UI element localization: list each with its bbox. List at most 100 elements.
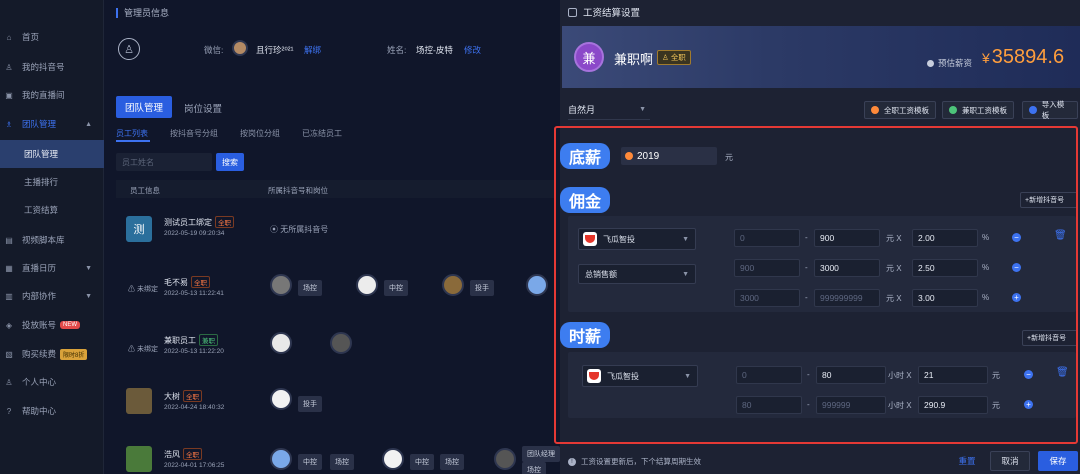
period-select[interactable]: 自然月 ▼	[568, 100, 650, 120]
no-account-note: ⦿ 无所属抖音号	[270, 225, 329, 234]
discount-badge: 限时8折	[60, 348, 88, 360]
team-icon: ♗	[5, 119, 13, 129]
employee-avatar: 测	[126, 216, 152, 242]
highlight-frame	[554, 126, 1078, 444]
calendar-icon: ▦	[5, 263, 13, 273]
sidebar: ⌂ 首页 ♙ 我的抖音号 ▣ 我的直播间 ♗ 团队管理 ▲ 团队管理 主播排行 工资结算 …	[0, 0, 104, 474]
chevron-down-icon: ▼	[85, 264, 92, 272]
sidebar-item-team[interactable]: ♗ 团队管理 ▲	[0, 113, 104, 135]
unbind-link[interactable]: 解绑	[304, 44, 321, 56]
sidebar-item-anchor-rank[interactable]: 主播排行	[0, 171, 104, 193]
sidebar-item-salary[interactable]: 工资结算	[0, 199, 104, 221]
employee-name: 测试员工绑定 全职	[164, 216, 234, 228]
employee-search-input[interactable]: 员工姓名	[116, 153, 212, 171]
sidebar-item-purchase[interactable]: ▧ 购买续费 限时8折	[0, 343, 104, 365]
admin-avatar: ♙	[118, 38, 140, 60]
chevron-down-icon: ▼	[85, 292, 92, 300]
help-icon: ?	[6, 406, 12, 416]
account-avatar	[494, 448, 516, 470]
employee-name: 兼职啊	[614, 52, 654, 67]
subtab-employee-list[interactable]: 员工列表	[116, 128, 148, 139]
role-tag: 场控	[330, 454, 354, 470]
template-icon	[871, 106, 879, 114]
employee-avatar: 兼	[574, 42, 604, 72]
live-icon: ▣	[5, 90, 13, 100]
import-icon	[1029, 106, 1037, 114]
save-button[interactable]: 保存	[1038, 451, 1078, 471]
subtab-by-account[interactable]: 按抖音号分组	[170, 128, 218, 139]
role-tag: 团队经理	[522, 446, 560, 462]
unbound-status: ⚠ 未绑定	[128, 346, 158, 353]
admin-info-title: 管理员信息	[116, 6, 169, 19]
dialog-title: 工资结算设置	[568, 5, 640, 19]
employee-avatar	[126, 446, 152, 472]
new-badge: NEW	[60, 321, 81, 329]
estimate-label: 预估薪资	[927, 57, 972, 69]
sidebar-item-collab[interactable]: ▥ 内部协作 ▼	[0, 285, 104, 307]
sidebar-item-live-calendar[interactable]: ▦ 直播日历 ▼	[0, 257, 104, 279]
sidebar-item-team-manage[interactable]: 团队管理	[0, 140, 104, 168]
role-tag: 中控	[384, 280, 408, 296]
account-avatar	[382, 448, 404, 470]
account-avatar	[270, 388, 292, 410]
video-icon: ▤	[5, 235, 13, 245]
fulltime-template-button[interactable]: 全职工资模板	[864, 101, 936, 119]
employee-name: 浩风 全职	[164, 448, 202, 460]
person-icon: ♙	[5, 377, 13, 387]
wechat-name: 且行珍²⁰²¹	[256, 45, 294, 55]
role-tag: 场控	[440, 454, 464, 470]
employee-date: 2022-05-13 11:22:20	[164, 348, 224, 355]
subtab-frozen[interactable]: 已冻结员工	[302, 128, 342, 139]
ads-icon: ◈	[5, 320, 13, 330]
sidebar-item-my-live[interactable]: ▣ 我的直播间	[0, 84, 104, 106]
employee-name: 大树 全职	[164, 390, 202, 402]
user-icon: ♙	[5, 62, 13, 72]
employee-date: 2022-05-19 09:20:34	[164, 230, 225, 237]
home-icon: ⌂	[6, 32, 12, 42]
account-avatar	[270, 274, 292, 296]
import-template-button[interactable]: 导入模板	[1022, 100, 1078, 120]
employee-name: 毛不易 全职	[164, 276, 210, 288]
tab-position[interactable]: 岗位设置	[184, 101, 222, 115]
info-icon	[927, 59, 934, 67]
sidebar-item-profile[interactable]: ♙ 个人中心	[0, 371, 104, 393]
estimate-amount: ¥35894.6	[982, 46, 1065, 68]
unbound-status: ⚠ 未绑定	[128, 286, 158, 293]
settings-icon	[568, 7, 577, 17]
role-tag: 中控	[298, 454, 322, 470]
account-avatar	[270, 448, 292, 470]
employee-date: 2022-04-24 18:40:32	[164, 404, 225, 411]
sidebar-item-scripts[interactable]: ▤ 视频脚本库	[0, 229, 104, 251]
tab-team-manage[interactable]: 团队管理	[116, 96, 173, 118]
search-button[interactable]: 搜索	[216, 153, 244, 171]
template-icon	[949, 106, 957, 114]
chevron-down-icon: ▼	[639, 106, 646, 113]
wechat-label: 微信:	[204, 45, 224, 55]
account-avatar	[526, 274, 548, 296]
sidebar-item-ads[interactable]: ◈ 投放账号 NEW	[0, 314, 104, 336]
edit-name-link[interactable]: 修改	[464, 44, 481, 56]
wechat-avatar	[232, 40, 248, 56]
role-tag: 场控	[522, 462, 546, 474]
account-avatar	[330, 332, 352, 354]
role-tag: 投手	[470, 280, 494, 296]
subtab-by-position[interactable]: 按岗位分组	[240, 128, 280, 139]
employee-type-badge: ♙ 全职	[657, 50, 691, 65]
account-avatar	[356, 274, 378, 296]
parttime-template-button[interactable]: 兼职工资模板	[942, 101, 1014, 119]
role-tag: 场控	[298, 280, 322, 296]
sidebar-item-home[interactable]: ⌂ 首页	[0, 26, 104, 48]
sidebar-item-my-accounts[interactable]: ♙ 我的抖音号	[0, 56, 104, 78]
main-content: 管理员信息 ♙ 微信: 且行珍²⁰²¹ 解绑 姓名: 场控-皮特 修改 团队管理…	[104, 0, 560, 474]
role-tag: 中控	[410, 454, 434, 470]
sidebar-item-help[interactable]: ? 帮助中心	[0, 400, 104, 422]
chevron-up-icon: ▲	[85, 120, 92, 128]
role-tag: 投手	[298, 396, 322, 412]
footer-note: ! 工资设置更新后，下个结算周期生效	[568, 456, 701, 467]
collab-icon: ▥	[5, 291, 13, 301]
cancel-button[interactable]: 取消	[990, 451, 1030, 471]
reset-button[interactable]: 重置	[950, 451, 984, 471]
info-icon: !	[568, 457, 576, 466]
name-value: 场控-皮特	[416, 45, 453, 55]
name-label: 姓名:	[387, 45, 407, 55]
